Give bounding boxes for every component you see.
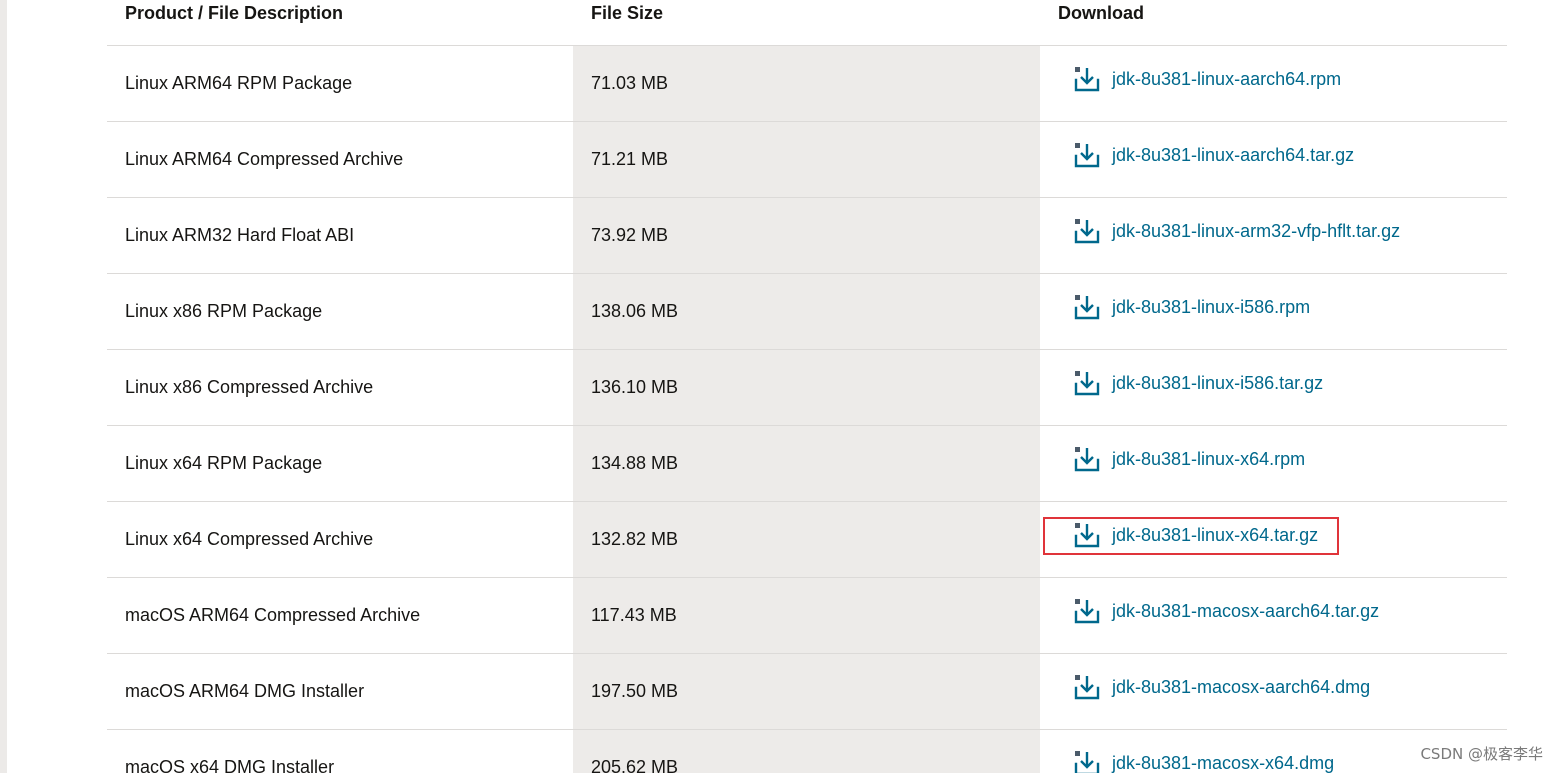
- header-download: Download: [1040, 0, 1507, 46]
- download-icon: [1072, 444, 1102, 474]
- download-filename: jdk-8u381-linux-x64.tar.gz: [1112, 524, 1319, 545]
- table-row: Linux x64 RPM Package 134.88 MB jdk-8u381-…: [107, 425, 1507, 502]
- file-description: Linux x64 RPM Package: [107, 425, 573, 502]
- download-icon: [1072, 64, 1102, 94]
- downloads-table-container: Product / File Description File Size Dow…: [107, 0, 1507, 773]
- download-cell: jdk-8u381-linux-i586.rpm: [1040, 273, 1507, 350]
- download-icon: [1072, 672, 1102, 702]
- file-size: 132.82 MB: [573, 501, 1040, 578]
- download-filename: jdk-8u381-linux-i586.rpm: [1112, 296, 1311, 317]
- download-link[interactable]: jdk-8u381-linux-aarch64.tar.gz: [1072, 140, 1354, 170]
- table-row: Linux ARM64 RPM Package 71.03 MB jdk-8u381…: [107, 45, 1507, 122]
- download-cell: jdk-8u381-macosx-aarch64.dmg: [1040, 653, 1507, 730]
- download-filename: jdk-8u381-linux-arm32-vfp-hflt.tar.gz: [1112, 220, 1401, 241]
- download-cell: jdk-8u381-linux-i586.tar.gz: [1040, 349, 1507, 426]
- file-description: macOS ARM64 DMG Installer: [107, 653, 573, 730]
- table-row: macOS ARM64 DMG Installer 197.50 MB jdk-8u…: [107, 653, 1507, 730]
- download-icon: [1072, 596, 1102, 626]
- file-size: 71.21 MB: [573, 121, 1040, 198]
- file-description: Linux x64 Compressed Archive: [107, 501, 573, 578]
- download-icon: [1072, 748, 1102, 773]
- file-size: 205.62 MB: [573, 729, 1040, 773]
- header-file-size: File Size: [573, 0, 1040, 46]
- file-description: macOS ARM64 Compressed Archive: [107, 577, 573, 654]
- download-link[interactable]: jdk-8u381-macosx-aarch64.tar.gz: [1072, 596, 1379, 626]
- download-page: Product / File Description File Size Dow…: [0, 0, 1559, 773]
- table-row: macOS x64 DMG Installer 205.62 MB jdk-8u38…: [107, 729, 1507, 773]
- file-description: Linux ARM32 Hard Float ABI: [107, 197, 573, 274]
- download-filename: jdk-8u381-linux-aarch64.tar.gz: [1112, 144, 1355, 165]
- download-icon: [1072, 216, 1102, 246]
- download-filename: jdk-8u381-macosx-aarch64.tar.gz: [1112, 600, 1380, 621]
- download-link[interactable]: jdk-8u381-linux-x64.tar.gz: [1072, 520, 1318, 550]
- download-icon: [1072, 140, 1102, 170]
- file-description: Linux x86 RPM Package: [107, 273, 573, 350]
- table-row: macOS ARM64 Compressed Archive 117.43 MB j…: [107, 577, 1507, 654]
- table-row: Linux x64 Compressed Archive 132.82 MB jdk…: [107, 501, 1507, 578]
- download-cell: jdk-8u381-linux-x64.rpm: [1040, 425, 1507, 502]
- file-size: 134.88 MB: [573, 425, 1040, 502]
- download-filename: jdk-8u381-linux-x64.rpm: [1112, 448, 1306, 469]
- file-description: macOS x64 DMG Installer: [107, 729, 573, 773]
- downloads-table: Product / File Description File Size Dow…: [107, 0, 1507, 773]
- table-row: Linux ARM64 Compressed Archive 71.21 MB jd…: [107, 121, 1507, 198]
- download-link[interactable]: jdk-8u381-linux-i586.rpm: [1072, 292, 1310, 322]
- file-description: Linux ARM64 RPM Package: [107, 45, 573, 122]
- file-size: 197.50 MB: [573, 653, 1040, 730]
- file-size: 71.03 MB: [573, 45, 1040, 122]
- download-filename: jdk-8u381-linux-aarch64.rpm: [1112, 68, 1342, 89]
- table-row: Linux x86 RPM Package 138.06 MB jdk-8u381-…: [107, 273, 1507, 350]
- csdn-watermark: CSDN @极客李华: [1420, 745, 1543, 763]
- download-link[interactable]: jdk-8u381-linux-x64.rpm: [1072, 444, 1305, 474]
- download-cell: jdk-8u381-linux-aarch64.tar.gz: [1040, 121, 1507, 198]
- download-link[interactable]: jdk-8u381-macosx-aarch64.dmg: [1072, 672, 1370, 702]
- file-size: 73.92 MB: [573, 197, 1040, 274]
- file-size: 117.43 MB: [573, 577, 1040, 654]
- download-filename: jdk-8u381-linux-i586.tar.gz: [1112, 372, 1324, 393]
- download-cell: jdk-8u381-linux-aarch64.rpm: [1040, 45, 1507, 122]
- download-cell: jdk-8u381-linux-x64.tar.gz: [1040, 501, 1507, 578]
- download-link[interactable]: jdk-8u381-macosx-x64.dmg: [1072, 748, 1334, 773]
- table-row: Linux ARM32 Hard Float ABI 73.92 MB jdk-8u…: [107, 197, 1507, 274]
- download-filename: jdk-8u381-macosx-aarch64.dmg: [1112, 676, 1371, 697]
- file-size: 138.06 MB: [573, 273, 1040, 350]
- file-size: 136.10 MB: [573, 349, 1040, 426]
- download-link[interactable]: jdk-8u381-linux-arm32-vfp-hflt.tar.gz: [1072, 216, 1400, 246]
- download-icon: [1072, 292, 1102, 322]
- download-icon: [1072, 520, 1102, 550]
- header-product-description: Product / File Description: [107, 0, 573, 46]
- download-filename: jdk-8u381-macosx-x64.dmg: [1112, 752, 1335, 773]
- download-link[interactable]: jdk-8u381-linux-i586.tar.gz: [1072, 368, 1323, 398]
- download-cell: jdk-8u381-linux-arm32-vfp-hflt.tar.gz: [1040, 197, 1507, 274]
- table-row: Linux x86 Compressed Archive 136.10 MB jdk…: [107, 349, 1507, 426]
- download-link[interactable]: jdk-8u381-linux-aarch64.rpm: [1072, 64, 1341, 94]
- right-page-gutter: [1507, 0, 1559, 773]
- left-page-gutter: [0, 0, 7, 773]
- table-header-row: Product / File Description File Size Dow…: [107, 0, 1507, 46]
- file-description: Linux ARM64 Compressed Archive: [107, 121, 573, 198]
- file-description: Linux x86 Compressed Archive: [107, 349, 573, 426]
- download-cell: jdk-8u381-macosx-aarch64.tar.gz: [1040, 577, 1507, 654]
- download-icon: [1072, 368, 1102, 398]
